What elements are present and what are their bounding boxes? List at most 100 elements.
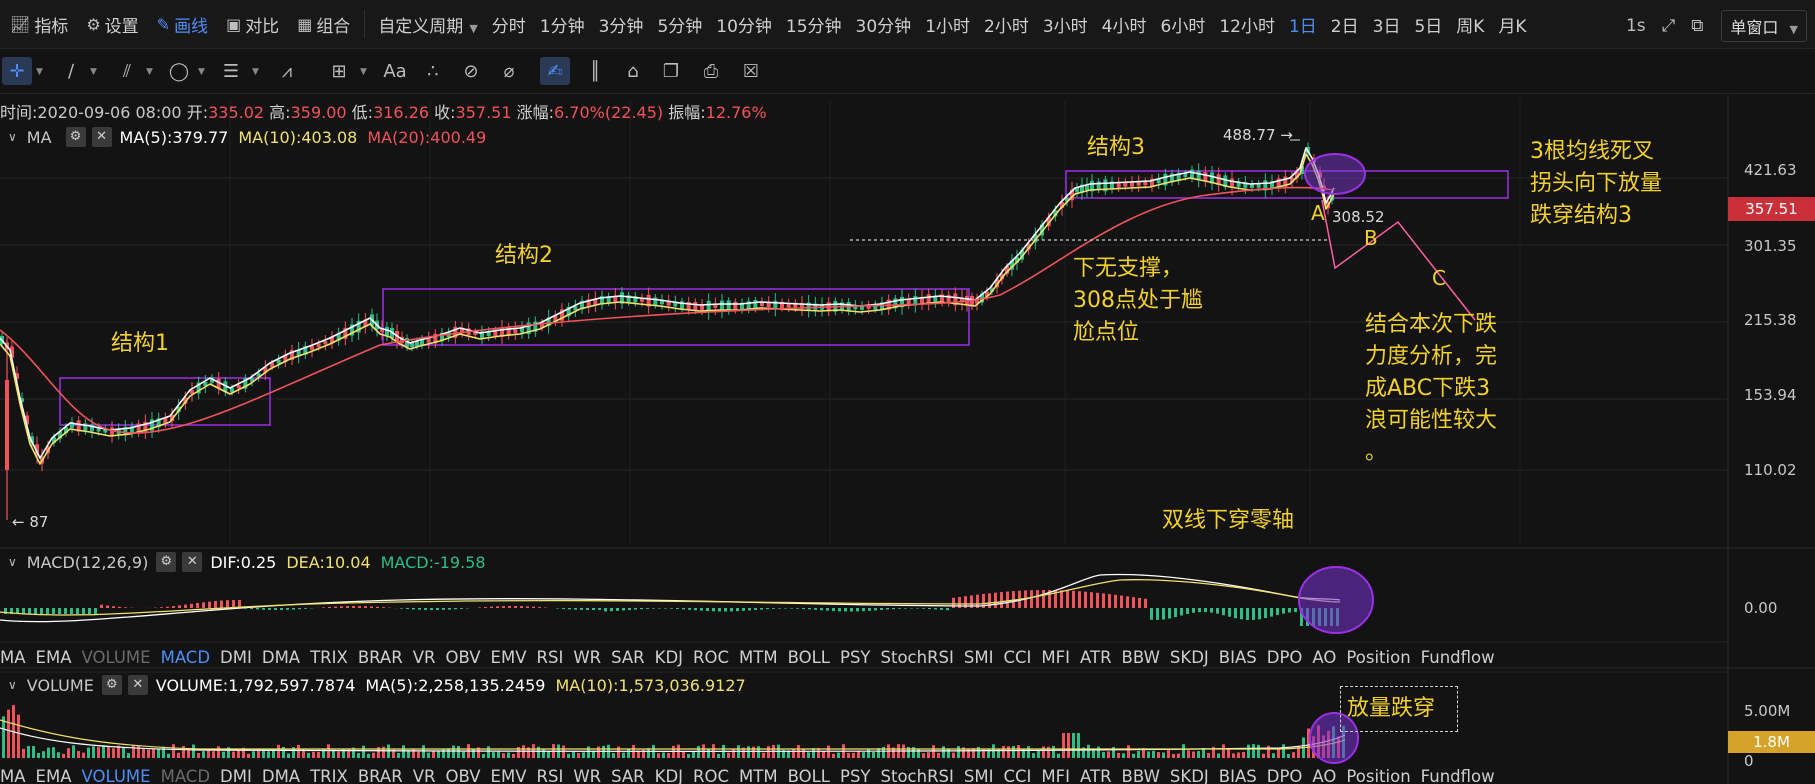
indicator-tab-dmi[interactable]: DMI [220,648,252,667]
indicator-tab-wr[interactable]: WR [573,648,601,667]
structure-1-label[interactable]: 结构1 [111,328,169,360]
fullscreen-icon[interactable]: ⤢ [1662,16,1676,36]
crosshair-icon[interactable]: ✛ [2,57,32,85]
indicator-tab-position[interactable]: Position [1346,648,1410,667]
ellipse-icon[interactable]: ◯ [164,57,194,85]
indicator-tab-ma[interactable]: MA [0,648,26,667]
refresh-interval[interactable]: 1s [1626,16,1646,36]
indicator-tab-fundflow[interactable]: Fundflow [1421,648,1495,667]
chevron-down-icon[interactable]: ▼ [252,67,259,77]
period-11[interactable]: 6小时 [1161,12,1206,37]
chevron-down-icon[interactable]: ▼ [198,67,205,77]
indicator-tab-ma[interactable]: MA [0,768,26,784]
indicator-tab-smi[interactable]: SMI [964,648,994,667]
indicator-tab-emv[interactable]: EMV [491,648,527,667]
indicator-tab-ao[interactable]: AO [1312,768,1336,784]
abc-wave-note[interactable]: 结合本次下跌 力度分析，完 成ABC下跌3 浪可能性较大 。 [1365,309,1497,469]
period-3[interactable]: 5分钟 [657,12,702,37]
indicator-tab-brar[interactable]: BRAR [358,648,403,667]
indicator-tab-bbw[interactable]: BBW [1122,648,1160,667]
period-0[interactable]: 分时 [492,12,526,37]
period-14[interactable]: 2日 [1331,12,1359,37]
indicator-tab-roc[interactable]: ROC [693,648,729,667]
indicator-tab-rsi[interactable]: RSI [537,648,564,667]
compare-button[interactable]: ▣ 对比 [226,12,279,37]
indicator-tab-cci[interactable]: CCI [1003,648,1031,667]
period-13[interactable]: 1日 [1289,12,1317,37]
indicator-tab-mfi[interactable]: MFI [1041,768,1070,784]
indicator-tab-rsi[interactable]: RSI [537,768,564,784]
indicator-tab-vr[interactable]: VR [413,648,436,667]
chevron-down-icon[interactable]: ▼ [146,67,153,77]
zero-axis-note[interactable]: 双线下穿零轴 [1162,505,1294,537]
indicator-tab-obv[interactable]: OBV [445,648,480,667]
measure-icon[interactable]: ⊞ [324,57,354,85]
indicator-tab-stochrsi[interactable]: StochRSI [881,768,954,784]
indicator-tab-dmi[interactable]: DMI [220,768,252,784]
chevron-down-icon[interactable]: ▼ [360,67,367,77]
indicator-tab-dpo[interactable]: DPO [1267,768,1303,784]
draw-mode-icon[interactable]: ✍ [540,57,570,85]
indicator-tab-skdj[interactable]: SKDJ [1170,768,1209,784]
period-12[interactable]: 12小时 [1219,12,1275,37]
parallel-channel-icon[interactable]: ⫽ [112,57,142,85]
indicator-tab-kdj[interactable]: KDJ [655,768,683,784]
settings-button[interactable]: ⚙ 设置 [86,12,138,37]
indicator-tab-atr[interactable]: ATR [1080,648,1112,667]
screenshot-icon[interactable]: ⎙ [696,57,726,85]
layout-button[interactable]: ▦ 组合 [297,12,350,37]
indicator-tab-boll[interactable]: BOLL [788,648,830,667]
close-icon[interactable]: ✕ [182,552,203,572]
structure-3-label[interactable]: 结构3 [1087,132,1145,164]
text-icon[interactable]: Aa [380,57,410,85]
period-8[interactable]: 2小时 [984,12,1029,37]
period-16[interactable]: 5日 [1414,12,1442,37]
close-icon[interactable]: ✕ [127,675,148,695]
volume-break-note[interactable]: 放量跌穿 [1340,686,1459,732]
indicator-tab-atr[interactable]: ATR [1080,768,1112,784]
period-9[interactable]: 3小时 [1043,12,1088,37]
indicator-tab-kdj[interactable]: KDJ [655,648,683,667]
indicator-tab-vr[interactable]: VR [413,768,436,784]
indicator-tab-stochrsi[interactable]: StochRSI [881,648,954,667]
indicator-tab-trix[interactable]: TRIX [310,768,348,784]
death-cross-note[interactable]: 3根均线死叉 拐头向下放量 跌穿结构3 [1530,136,1662,232]
indicator-tab-cci[interactable]: CCI [1003,768,1031,784]
indicator-button[interactable]: 📈︎ 指标 [10,12,68,37]
indicator-tab-mtm[interactable]: MTM [739,648,778,667]
collapse-icon[interactable]: ∨ [8,678,17,692]
draw-line-button[interactable]: ✎ 画线 [157,12,208,37]
indicator-tab-obv[interactable]: OBV [445,768,480,784]
indicator-tab-dma[interactable]: DMA [262,648,300,667]
indicator-tab-trix[interactable]: TRIX [310,648,348,667]
close-icon[interactable]: ✕ [91,127,112,147]
window-mode-select[interactable]: 单窗口 ▼ [1721,10,1807,42]
period-15[interactable]: 3日 [1373,12,1401,37]
copy-icon[interactable]: ❐ [656,57,686,85]
indicator-tab-macd[interactable]: MACD [161,648,210,667]
gear-icon[interactable]: ⚙ [101,675,122,695]
indicator-tab-position[interactable]: Position [1346,768,1410,784]
trend-line-icon[interactable]: ∕ [56,57,86,85]
lock-icon[interactable]: ⌂ [618,57,648,85]
wave-c-label[interactable]: C [1432,262,1446,294]
wave-a-label[interactable]: A [1311,197,1325,229]
indicator-tab-brar[interactable]: BRAR [358,768,403,784]
indicator-tab-sar[interactable]: SAR [611,648,645,667]
period-4[interactable]: 10分钟 [716,12,772,37]
horizontal-lines-icon[interactable]: ☰ [216,57,246,85]
collapse-icon[interactable]: ∨ [8,555,17,569]
indicator-tab-macd[interactable]: MACD [161,768,210,784]
indicator-tab-smi[interactable]: SMI [964,768,994,784]
period-6[interactable]: 30分钟 [856,12,912,37]
custom-period-dropdown[interactable]: 自定义周期 ▼ [378,12,477,37]
fibonacci-icon[interactable]: ⩘ [272,57,302,85]
eraser-icon[interactable]: ⊘ [456,57,486,85]
indicator-tab-emv[interactable]: EMV [491,768,527,784]
period-17[interactable]: 周K [1456,12,1484,37]
period-1[interactable]: 1分钟 [540,12,585,37]
wave-b-label[interactable]: B [1364,222,1378,254]
period-5[interactable]: 15分钟 [786,12,842,37]
indicator-tab-mtm[interactable]: MTM [739,768,778,784]
indicator-tab-psy[interactable]: PSY [840,768,871,784]
